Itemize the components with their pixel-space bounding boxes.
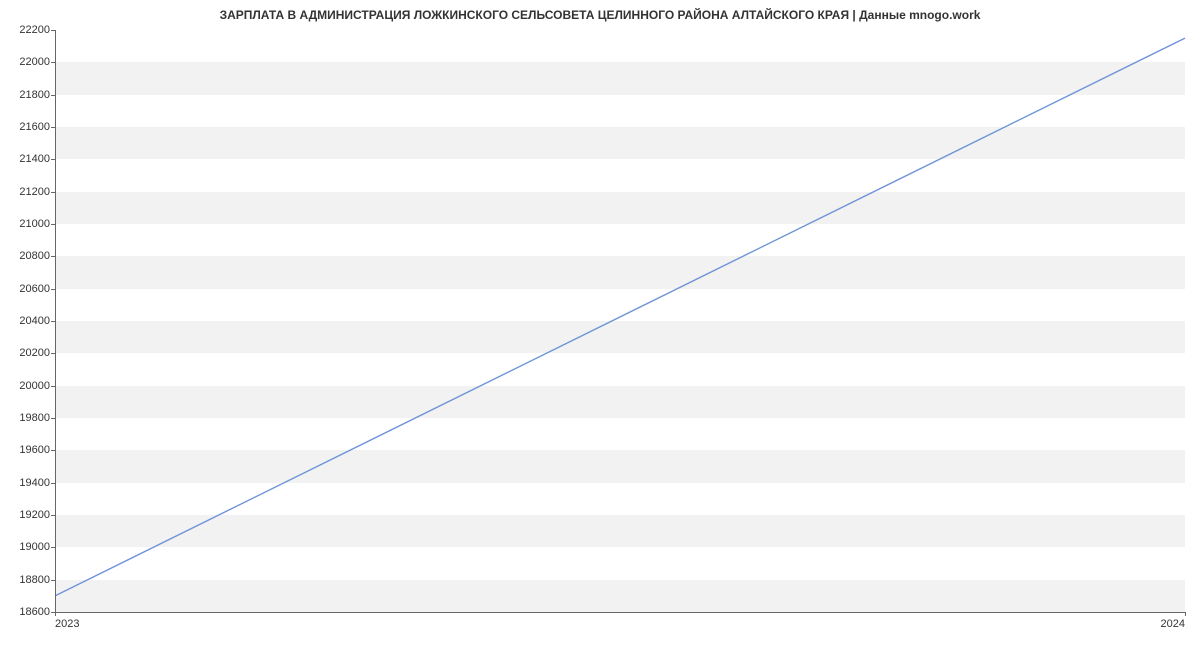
y-tick-mark (51, 159, 55, 160)
y-tick-mark (51, 418, 55, 419)
y-tick-label: 21400 (5, 153, 50, 165)
y-tick-label: 19600 (5, 444, 50, 456)
line-series (55, 30, 1185, 612)
chart-container: ЗАРПЛАТА В АДМИНИСТРАЦИЯ ЛОЖКИНСКОГО СЕЛ… (0, 0, 1200, 650)
x-tick-mark (1185, 612, 1186, 616)
y-tick-mark (51, 515, 55, 516)
y-tick-mark (51, 95, 55, 96)
y-tick-mark (51, 62, 55, 63)
y-tick-mark (51, 547, 55, 548)
y-tick-label: 18800 (5, 574, 50, 586)
data-line (55, 38, 1185, 596)
y-tick-mark (51, 353, 55, 354)
y-tick-label: 20000 (5, 380, 50, 392)
plot-area (55, 30, 1185, 613)
y-tick-label: 20800 (5, 250, 50, 262)
x-tick-mark (55, 612, 56, 616)
y-tick-label: 21200 (5, 186, 50, 198)
y-tick-mark (51, 224, 55, 225)
y-tick-mark (51, 450, 55, 451)
y-tick-label: 20400 (5, 315, 50, 327)
y-tick-mark (51, 580, 55, 581)
y-tick-label: 19200 (5, 509, 50, 521)
y-tick-label: 18600 (5, 606, 50, 618)
y-tick-label: 21800 (5, 89, 50, 101)
y-tick-label: 19400 (5, 477, 50, 489)
y-tick-label: 20200 (5, 347, 50, 359)
y-tick-label: 22000 (5, 56, 50, 68)
y-tick-mark (51, 127, 55, 128)
y-axis (55, 30, 56, 612)
y-tick-mark (51, 192, 55, 193)
y-tick-label: 21000 (5, 218, 50, 230)
y-tick-label: 19800 (5, 412, 50, 424)
y-tick-label: 22200 (5, 24, 50, 36)
x-tick-label: 2024 (1161, 618, 1185, 630)
y-tick-mark (51, 483, 55, 484)
y-tick-label: 20600 (5, 283, 50, 295)
y-tick-label: 21600 (5, 121, 50, 133)
y-tick-mark (51, 289, 55, 290)
chart-title: ЗАРПЛАТА В АДМИНИСТРАЦИЯ ЛОЖКИНСКОГО СЕЛ… (0, 8, 1200, 22)
y-tick-mark (51, 30, 55, 31)
y-tick-label: 19000 (5, 541, 50, 553)
y-tick-mark (51, 321, 55, 322)
x-tick-label: 2023 (55, 618, 79, 630)
y-tick-mark (51, 256, 55, 257)
y-tick-mark (51, 386, 55, 387)
